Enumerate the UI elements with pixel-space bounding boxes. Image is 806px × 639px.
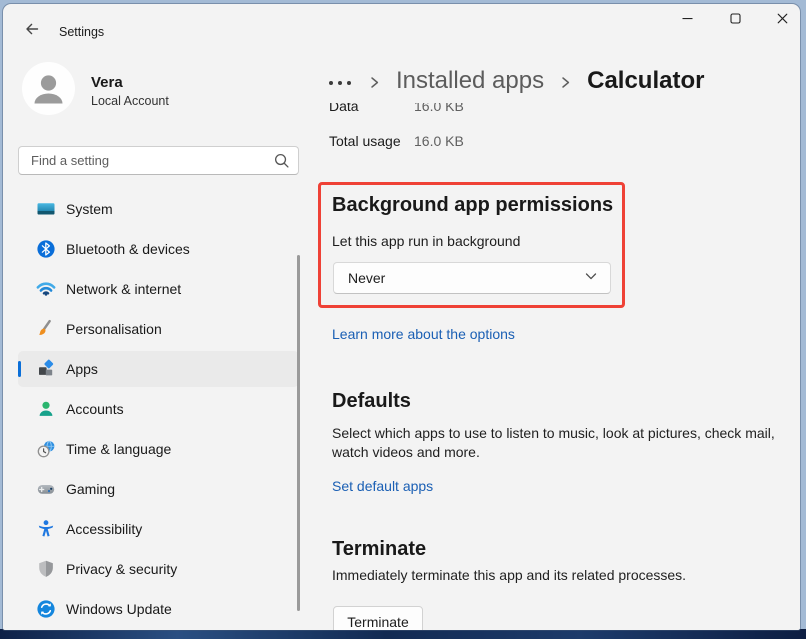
storage-row-clipped: Data 16.0 KB xyxy=(329,103,629,116)
avatar[interactable] xyxy=(22,62,75,115)
page-title: Calculator xyxy=(587,67,704,95)
settings-window: Settings Vera Local Account xyxy=(3,4,800,630)
sidebar-item-label: Gaming xyxy=(66,481,115,497)
gaming-icon xyxy=(36,479,56,499)
storage-label: Data xyxy=(329,103,414,114)
sidebar-item-label: System xyxy=(66,201,113,217)
minimize-button[interactable] xyxy=(664,4,710,36)
time-language-icon xyxy=(36,439,56,459)
sidebar-item-label: Time & language xyxy=(66,441,171,457)
sidebar-item-system[interactable]: System xyxy=(18,191,299,227)
storage-value: 16.0 KB xyxy=(414,103,464,114)
minimize-icon xyxy=(682,11,693,29)
terminate-button[interactable]: Terminate xyxy=(333,606,423,630)
breadcrumb-installed-apps[interactable]: Installed apps xyxy=(396,67,544,95)
privacy-security-icon xyxy=(36,559,56,579)
sidebar-item-label: Personalisation xyxy=(66,321,162,337)
window-title: Settings xyxy=(59,25,104,39)
ellipsis-icon[interactable] xyxy=(329,81,351,85)
breadcrumb: Installed apps Calculator xyxy=(329,62,704,100)
chevron-right-icon xyxy=(368,76,381,89)
storage-value: 16.0 KB xyxy=(414,133,464,149)
sidebar-item-windows-update[interactable]: Windows Update xyxy=(18,591,299,627)
section-heading-terminate: Terminate xyxy=(332,538,426,561)
sidebar-scrollbar[interactable] xyxy=(297,255,300,611)
sidebar-item-label: Apps xyxy=(66,361,98,377)
search-icon xyxy=(273,152,290,174)
bluetooth-icon xyxy=(36,239,56,259)
close-button[interactable] xyxy=(759,4,800,36)
sidebar-item-personalisation[interactable]: Personalisation xyxy=(18,311,299,347)
sidebar-item-gaming[interactable]: Gaming xyxy=(18,471,299,507)
windows-update-icon xyxy=(36,599,56,619)
search-input[interactable] xyxy=(18,146,299,175)
network-icon xyxy=(36,279,56,299)
maximize-icon xyxy=(730,11,741,29)
sidebar-item-accessibility[interactable]: Accessibility xyxy=(18,511,299,547)
storage-label: Total usage xyxy=(329,133,414,149)
accessibility-icon xyxy=(36,519,56,539)
highlight-box xyxy=(318,182,625,308)
back-button[interactable] xyxy=(17,17,47,45)
sidebar-item-label: Accessibility xyxy=(66,521,142,537)
sidebar-item-bluetooth-devices[interactable]: Bluetooth & devices xyxy=(18,231,299,267)
terminate-button-label: Terminate xyxy=(347,614,408,630)
accounts-icon xyxy=(36,399,56,419)
sidebar-item-label: Network & internet xyxy=(66,281,181,297)
sidebar-item-apps[interactable]: Apps xyxy=(18,351,299,387)
section-heading-defaults: Defaults xyxy=(332,390,411,413)
sidebar-item-accounts[interactable]: Accounts xyxy=(18,391,299,427)
set-default-apps-link[interactable]: Set default apps xyxy=(332,478,433,494)
maximize-button[interactable] xyxy=(712,4,758,36)
desktop-wallpaper xyxy=(0,629,806,639)
back-arrow-icon xyxy=(24,21,40,42)
chevron-right-icon xyxy=(559,76,572,89)
search-box xyxy=(18,146,299,175)
close-icon xyxy=(777,11,788,29)
sidebar-item-label: Windows Update xyxy=(66,601,172,617)
sidebar-item-time-language[interactable]: Time & language xyxy=(18,431,299,467)
system-icon xyxy=(36,199,56,219)
sidebar-item-privacy-security[interactable]: Privacy & security xyxy=(18,551,299,587)
sidebar-item-label: Accounts xyxy=(66,401,124,417)
profile-name: Vera xyxy=(91,74,123,91)
sidebar-item-network-internet[interactable]: Network & internet xyxy=(18,271,299,307)
sidebar-item-label: Bluetooth & devices xyxy=(66,241,190,257)
learn-more-link[interactable]: Learn more about the options xyxy=(332,326,515,342)
terminate-description: Immediately terminate this app and its r… xyxy=(332,567,800,583)
apps-icon xyxy=(36,359,56,379)
defaults-description: Select which apps to use to listen to mu… xyxy=(332,424,800,462)
personalisation-icon xyxy=(36,319,56,339)
storage-row: Total usage 16.0 KB xyxy=(329,133,464,149)
sidebar-item-label: Privacy & security xyxy=(66,561,177,577)
profile-account-type: Local Account xyxy=(91,94,169,108)
desktop: Settings Vera Local Account xyxy=(0,0,806,639)
